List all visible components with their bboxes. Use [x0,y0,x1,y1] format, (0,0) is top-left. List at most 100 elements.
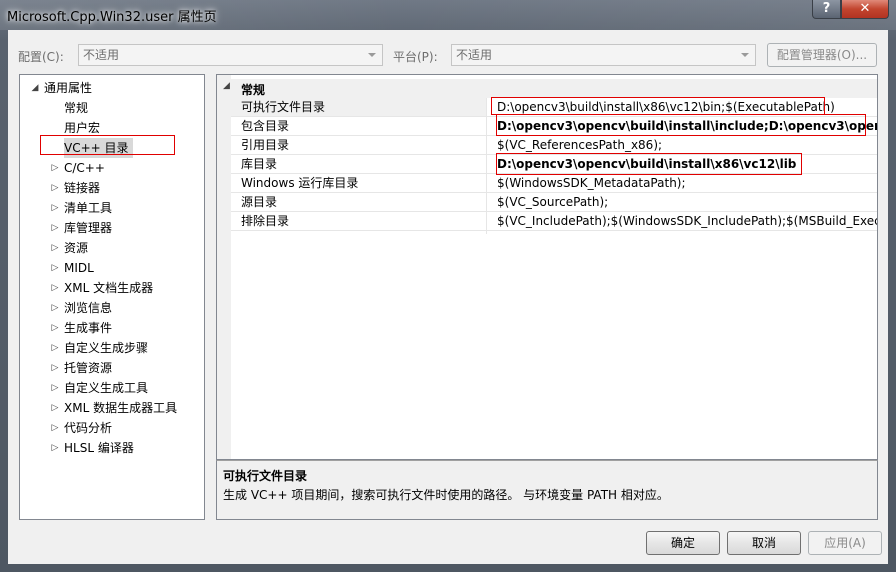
ok-button[interactable]: 确定 [646,531,720,555]
property-name: Windows 运行库目录 [241,176,359,190]
collapse-triangle-icon[interactable]: ◢ [223,81,230,91]
platform-value: 不适用 [456,48,493,62]
property-value[interactable]: $(VC_ReferencesPath_x86); [497,136,877,154]
property-name: 库目录 [241,157,278,171]
tree-item-label: 自定义生成步骤 [64,341,149,355]
tree-item-label: 生成事件 [64,321,113,335]
expand-triangle-icon[interactable]: ▷ [50,178,60,198]
category-label: 常规 [241,83,266,97]
tree-item-label: MIDL [64,261,94,275]
tree-item[interactable]: ▷ 生成事件 [52,318,116,338]
configuration-manager-button[interactable]: 配置管理器(O)... [767,43,877,67]
tree-item-label: XML 数据生成器工具 [64,401,178,415]
property-value[interactable]: $(WindowsSDK_MetadataPath); [497,174,877,192]
tree-item[interactable]: ▷ 浏览信息 [52,298,116,318]
expand-triangle-icon[interactable]: ▷ [50,398,60,418]
window-title: Microsoft.Cpp.Win32.user 属性页 [7,10,217,25]
property-row[interactable]: 源目录 $(VC_SourcePath); [231,193,877,212]
cancel-button[interactable]: 取消 [727,531,801,555]
tree-item[interactable]: ▷ 代码分析 [52,418,116,438]
tree-item-label: VC++ 目录 [64,141,129,155]
property-name: 排除目录 [241,214,290,228]
expand-triangle-icon[interactable]: ▷ [50,358,60,378]
property-value[interactable]: $(VC_IncludePath);$(WindowsSDK_IncludePa… [497,212,877,230]
chevron-down-icon [368,53,376,57]
property-name: 引用目录 [241,138,290,152]
expand-triangle-icon[interactable]: ▷ [50,378,60,398]
property-value[interactable]: D:\opencv3\opencv\build\install\include;… [497,117,877,135]
property-value[interactable]: $(VC_SourcePath); [497,193,877,211]
close-button[interactable]: ✕ [841,0,889,19]
expand-triangle-icon[interactable]: ▷ [50,158,60,178]
property-row[interactable]: 库目录 D:\opencv3\opencv\build\install\x86\v… [231,155,877,174]
description-panel: 可执行文件目录 生成 VC++ 项目期间，搜索可执行文件时使用的路径。 与环境变… [216,460,878,520]
tree-item-label: C/C++ [64,161,105,175]
tree-item[interactable]: ▷ C/C++ [52,158,109,178]
tree-item[interactable]: 常规 [64,98,92,118]
tree-item-label: 清单工具 [64,201,113,215]
property-row[interactable]: Windows 运行库目录 $(WindowsSDK_MetadataPath); [231,174,877,193]
title-bar[interactable]: Microsoft.Cpp.Win32.user 属性页 ? ✕ [0,0,896,30]
apply-button[interactable]: 应用(A) [808,531,882,555]
property-grid[interactable]: ◢ 常规 可执行文件目录 D:\opencv3\build\install\x86… [216,74,878,460]
property-name: 可执行文件目录 [231,98,487,116]
tree-item[interactable]: ▷ MIDL [52,258,98,278]
tree-item[interactable]: ▷ 自定义生成工具 [52,378,152,398]
property-row[interactable]: 可执行文件目录 D:\opencv3\build\install\x86\vc12… [231,98,877,117]
tree-item[interactable]: ▷ 清单工具 [52,198,116,218]
configuration-value: 不适用 [83,48,120,62]
platform-label: 平台(P): [393,50,438,64]
tree-item-label: 代码分析 [64,421,113,435]
expand-triangle-icon[interactable]: ▷ [50,338,60,358]
property-value[interactable]: D:\opencv3\build\install\x86\vc12\bin;$(… [497,98,877,116]
tree-item-label: 链接器 [64,181,101,195]
configuration-label: 配置(C): [18,50,64,64]
expand-triangle-icon[interactable]: ▷ [50,418,60,438]
tree-root-common-properties[interactable]: ◢ 通用属性 [32,78,93,98]
tree-item-label: XML 文档生成器 [64,281,154,295]
tree-item[interactable]: ▷ 托管资源 [52,358,116,378]
expand-triangle-icon[interactable]: ▷ [50,238,60,258]
properties-dialog: Microsoft.Cpp.Win32.user 属性页 ? ✕ 配置(C): … [0,0,896,572]
tree-item-label: 托管资源 [64,361,113,375]
column-divider[interactable] [486,98,487,234]
property-value[interactable]: D:\opencv3\opencv\build\install\x86\vc12… [497,155,877,173]
property-row[interactable]: 包含目录 D:\opencv3\opencv\build\install\incl… [231,117,877,136]
tree-item[interactable]: VC++ 目录 [64,138,133,158]
tree-item-label: 用户宏 [64,121,101,135]
dialog-client-area: 配置(C): 不适用 平台(P): 不适用 配置管理器(O)... ◢ 通用属性… [8,30,888,564]
property-tree[interactable]: ◢ 通用属性 常规 用户宏 VC++ 目录 ▷ C/C++ ▷ 链接器 ▷ 清单工具 ▷ 库管理器 ▷… [19,74,205,520]
expand-triangle-icon[interactable]: ▷ [50,218,60,238]
property-name: 包含目录 [241,119,290,133]
tree-item-label: 浏览信息 [64,301,113,315]
expand-triangle-icon[interactable]: ▷ [50,198,60,218]
help-button[interactable]: ? [812,0,841,19]
tree-item-label: 库管理器 [64,221,113,235]
chevron-down-icon [741,53,749,57]
tree-item[interactable]: 用户宏 [64,118,104,138]
expand-triangle-icon[interactable]: ▷ [50,438,60,458]
expand-triangle-icon[interactable]: ▷ [50,318,60,338]
description-title: 可执行文件目录 [223,469,308,483]
expand-triangle-icon[interactable]: ▷ [50,278,60,298]
category-row[interactable]: ◢ 常规 [217,79,877,98]
tree-item[interactable]: ▷ 链接器 [52,178,104,198]
platform-select[interactable]: 不适用 [451,44,756,66]
tree-item[interactable]: ▷ XML 数据生成器工具 [52,398,181,418]
property-row[interactable]: 引用目录 $(VC_ReferencesPath_x86); [231,136,877,155]
property-row[interactable]: 排除目录 $(VC_IncludePath);$(WindowsSDK_Inclu… [231,212,877,231]
tree-root-label: 通用属性 [44,81,93,95]
property-name: 源目录 [241,195,278,209]
collapse-triangle-icon[interactable]: ◢ [30,78,40,98]
grid-gutter [217,75,231,459]
expand-triangle-icon[interactable]: ▷ [50,258,60,278]
tree-item[interactable]: ▷ XML 文档生成器 [52,278,157,298]
tree-item[interactable]: ▷ HLSL 编译器 [52,438,138,458]
configuration-select[interactable]: 不适用 [78,44,383,66]
tree-item-label: 自定义生成工具 [64,381,149,395]
tree-item[interactable]: ▷ 资源 [52,238,92,258]
tree-item[interactable]: ▷ 自定义生成步骤 [52,338,152,358]
expand-triangle-icon[interactable]: ▷ [50,298,60,318]
tree-item-label: 资源 [64,241,89,255]
tree-item[interactable]: ▷ 库管理器 [52,218,116,238]
